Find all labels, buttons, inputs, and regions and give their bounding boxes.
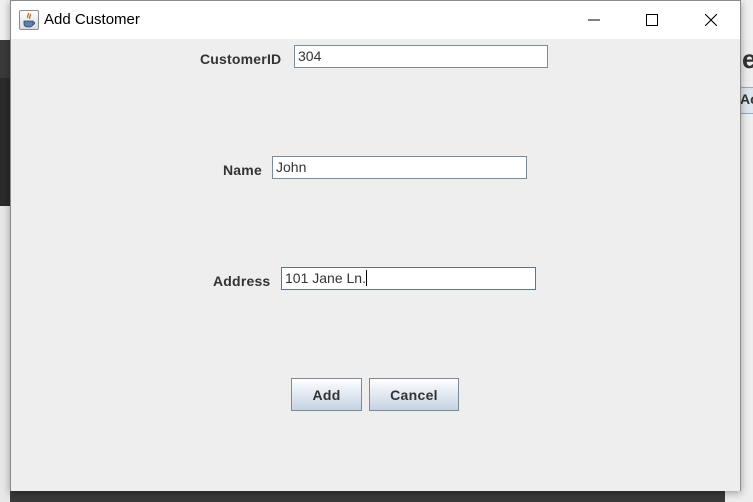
customer-id-field[interactable]: 304	[294, 45, 548, 68]
address-field[interactable]: 101 Jane Ln.	[281, 267, 536, 290]
customer-id-label: CustomerID	[200, 51, 282, 67]
maximize-icon	[646, 14, 658, 26]
close-button[interactable]	[688, 1, 734, 39]
background-left-panel	[0, 206, 10, 502]
close-icon	[705, 14, 717, 26]
java-cup-icon[interactable]	[19, 10, 39, 30]
title-bar[interactable]: Add Customer	[11, 1, 740, 39]
customer-id-value: 304	[298, 48, 322, 64]
window-title: Add Customer	[44, 11, 140, 28]
address-value: 101 Jane Ln.	[285, 270, 366, 286]
minimize-button[interactable]	[571, 1, 617, 39]
name-value: John	[276, 159, 307, 175]
maximize-button[interactable]	[629, 1, 675, 39]
text-caret	[365, 270, 367, 286]
cancel-button[interactable]: Cancel	[369, 378, 459, 411]
background-left-dark-panel	[0, 78, 10, 206]
address-label: Address	[213, 273, 271, 289]
name-field[interactable]: John	[272, 156, 527, 179]
name-label: Name	[223, 162, 262, 178]
add-customer-dialog: Add Customer CustomerID 304 Name John Ad…	[10, 0, 741, 491]
background-heading-fragment: e	[742, 44, 753, 74]
add-button[interactable]: Add	[291, 378, 362, 411]
minimize-icon	[588, 19, 600, 21]
dialog-content: CustomerID 304 Name John Address 101 Jan…	[11, 39, 740, 491]
